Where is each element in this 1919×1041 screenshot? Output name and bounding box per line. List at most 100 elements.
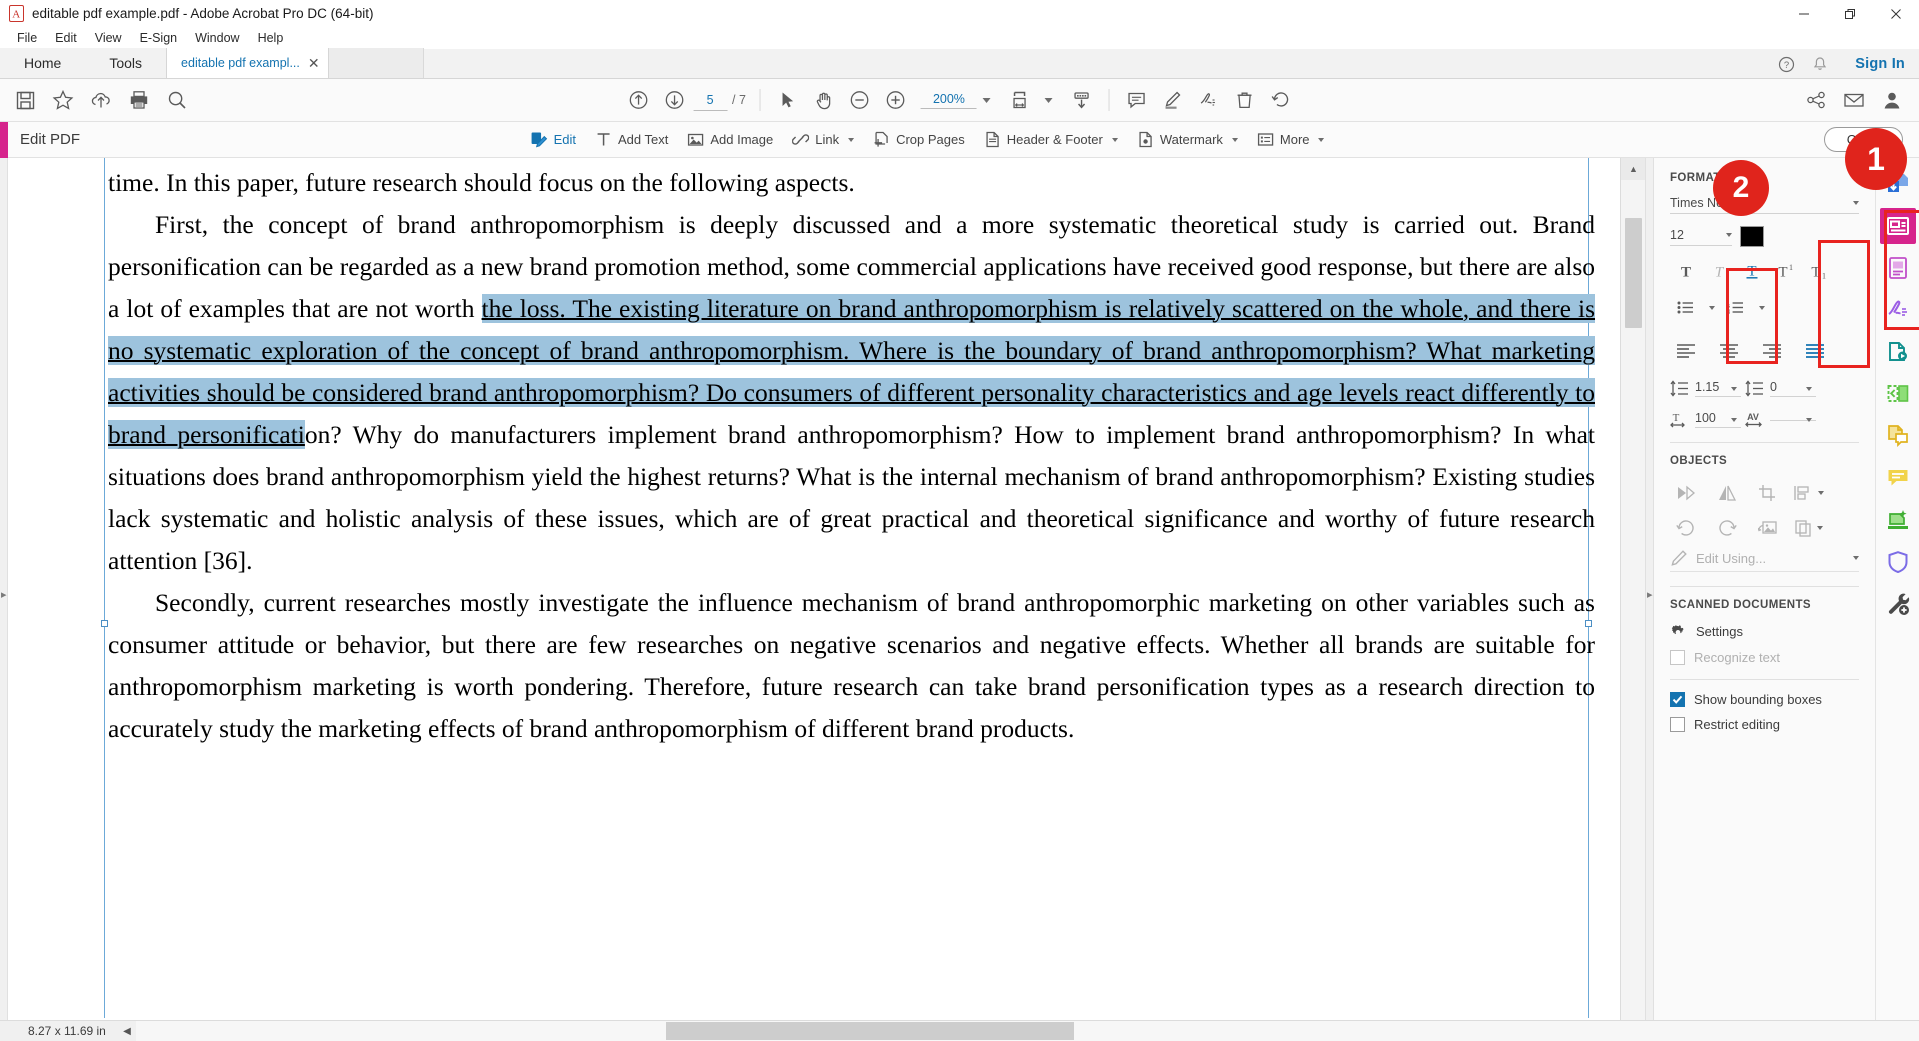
align-left-icon[interactable]: [1670, 337, 1701, 364]
close-window-button[interactable]: [1873, 0, 1919, 27]
send-for-signature-icon[interactable]: [1880, 334, 1916, 370]
menu-esign[interactable]: E-Sign: [131, 29, 187, 47]
scroll-mode-icon[interactable]: [1065, 83, 1099, 117]
arrange-icon[interactable]: [1793, 479, 1824, 506]
document-canvas[interactable]: time. In this paper, future research sho…: [8, 158, 1645, 1041]
zoom-out-icon[interactable]: [843, 83, 877, 117]
document-tab[interactable]: editable pdf exampl... ✕: [166, 48, 329, 78]
flip-horizontal-icon[interactable]: [1670, 479, 1701, 506]
restrict-editing-row[interactable]: Restrict editing: [1670, 717, 1859, 732]
underline-button[interactable]: T: [1736, 257, 1767, 284]
save-icon[interactable]: [8, 83, 42, 117]
create-pdf-icon[interactable]: [1880, 250, 1916, 286]
zoom-dropdown-caret-icon[interactable]: [982, 97, 991, 103]
rotate-counterclockwise-icon[interactable]: [1670, 514, 1701, 541]
organize-pages-icon[interactable]: [1880, 376, 1916, 412]
recognize-text-checkbox[interactable]: [1670, 650, 1685, 665]
scan-ocr-icon[interactable]: [1880, 502, 1916, 538]
recognize-text-row[interactable]: Recognize text: [1670, 650, 1859, 665]
pdf-page[interactable]: time. In this paper, future research sho…: [8, 158, 1620, 1041]
hand-icon[interactable]: [807, 83, 841, 117]
scroll-up-icon[interactable]: ▲: [1621, 158, 1645, 180]
right-pane-handle[interactable]: ▸: [1645, 158, 1653, 1041]
watermark-caret-icon[interactable]: [1231, 137, 1238, 142]
subscript-button[interactable]: T1: [1802, 257, 1833, 284]
edit-action-add-text[interactable]: Add Text: [587, 127, 676, 152]
next-page-button[interactable]: [657, 83, 691, 117]
document-vertical-scrollbar[interactable]: ▲ ▼: [1620, 158, 1645, 1041]
highlight-icon[interactable]: [1156, 83, 1190, 117]
paragraph-spacing-caret-icon[interactable]: [1806, 386, 1812, 391]
nav-tools[interactable]: Tools: [85, 48, 167, 78]
compare-files-icon[interactable]: [1880, 418, 1916, 454]
show-bounding-boxes-checkbox[interactable]: [1670, 692, 1685, 707]
sign-icon[interactable]: [1192, 83, 1226, 117]
font-size-caret-icon[interactable]: [1726, 232, 1732, 237]
horizontal-scale-control[interactable]: T 100: [1670, 411, 1741, 428]
fit-page-caret-icon[interactable]: [1044, 97, 1053, 103]
more-tools-icon[interactable]: [1880, 586, 1916, 622]
replace-image-icon[interactable]: [1752, 514, 1783, 541]
edit-action-edit[interactable]: Edit: [522, 127, 584, 153]
line-spacing-control[interactable]: 1.15: [1670, 380, 1741, 397]
document-text[interactable]: time. In this paper, future research sho…: [108, 162, 1596, 750]
align-right-icon[interactable]: [1756, 337, 1787, 364]
edit-action-watermark[interactable]: Watermark: [1129, 127, 1246, 152]
print-icon[interactable]: [122, 83, 156, 117]
menu-help[interactable]: Help: [249, 29, 293, 47]
expand-left-pane-icon[interactable]: ▸: [1, 588, 7, 601]
restrict-editing-checkbox[interactable]: [1670, 717, 1685, 732]
crop-image-icon[interactable]: [1752, 479, 1783, 506]
protect-icon[interactable]: [1880, 544, 1916, 580]
italic-button[interactable]: T: [1703, 257, 1734, 284]
comment-icon[interactable]: [1880, 460, 1916, 496]
page-number-input[interactable]: [693, 89, 728, 111]
edit-action-header-footer[interactable]: Header & Footer: [976, 127, 1126, 152]
edit-using-caret-icon[interactable]: [1853, 556, 1859, 560]
character-spacing-control[interactable]: AV: [1745, 411, 1816, 428]
menu-window[interactable]: Window: [186, 29, 248, 47]
previous-page-button[interactable]: [621, 83, 655, 117]
account-icon[interactable]: [1875, 83, 1909, 117]
character-spacing-caret-icon[interactable]: [1806, 417, 1812, 422]
show-bounding-boxes-row[interactable]: Show bounding boxes: [1670, 692, 1859, 707]
rotate-clockwise-icon[interactable]: [1711, 514, 1742, 541]
undo-icon[interactable]: [1264, 83, 1298, 117]
menu-edit[interactable]: Edit: [46, 29, 86, 47]
horizontal-scrollbar[interactable]: ◀: [118, 1021, 1919, 1041]
star-icon[interactable]: [46, 83, 80, 117]
trash-icon[interactable]: [1228, 83, 1262, 117]
zoom-level-value[interactable]: 200%: [920, 92, 977, 109]
collapse-right-pane-icon[interactable]: ▸: [1647, 588, 1653, 601]
line-spacing-caret-icon[interactable]: [1731, 386, 1737, 391]
minimize-button[interactable]: [1781, 0, 1827, 27]
flip-vertical-icon[interactable]: [1711, 479, 1742, 506]
horizontal-scroll-thumb[interactable]: [666, 1022, 1074, 1040]
font-size-select[interactable]: 12: [1670, 228, 1732, 246]
numbered-list-icon[interactable]: 123: [1720, 294, 1751, 321]
font-color-swatch[interactable]: [1740, 226, 1764, 247]
menu-file[interactable]: File: [8, 29, 46, 47]
edit-using-control[interactable]: Edit Using...: [1670, 549, 1859, 572]
help-circle-icon[interactable]: ?: [1769, 49, 1803, 79]
menu-view[interactable]: View: [86, 29, 131, 47]
align-justify-icon[interactable]: [1799, 337, 1830, 364]
fit-page-icon[interactable]: [1003, 83, 1037, 117]
document-tab-close-icon[interactable]: ✕: [300, 55, 320, 72]
bell-icon[interactable]: [1803, 49, 1837, 79]
font-family-caret-icon[interactable]: [1853, 201, 1859, 205]
edit-action-add-image[interactable]: Add Image: [679, 127, 781, 152]
upload-cloud-icon[interactable]: [84, 83, 118, 117]
sign-in-button[interactable]: Sign In: [1837, 56, 1905, 72]
nav-home[interactable]: Home: [0, 48, 86, 78]
link-caret-icon[interactable]: [848, 137, 855, 142]
horizontal-scroll-track[interactable]: [136, 1021, 1919, 1041]
vertical-scroll-thumb[interactable]: [1625, 218, 1642, 328]
zoom-in-icon[interactable]: [879, 83, 913, 117]
bullet-list-caret-icon[interactable]: [1703, 294, 1718, 321]
horizontal-scale-caret-icon[interactable]: [1731, 417, 1737, 422]
left-pane-handle[interactable]: ▸: [0, 158, 8, 1041]
edit-action-more[interactable]: More: [1249, 127, 1333, 152]
scroll-left-icon[interactable]: ◀: [118, 1021, 136, 1041]
scanned-settings-row[interactable]: Settings: [1670, 623, 1859, 640]
